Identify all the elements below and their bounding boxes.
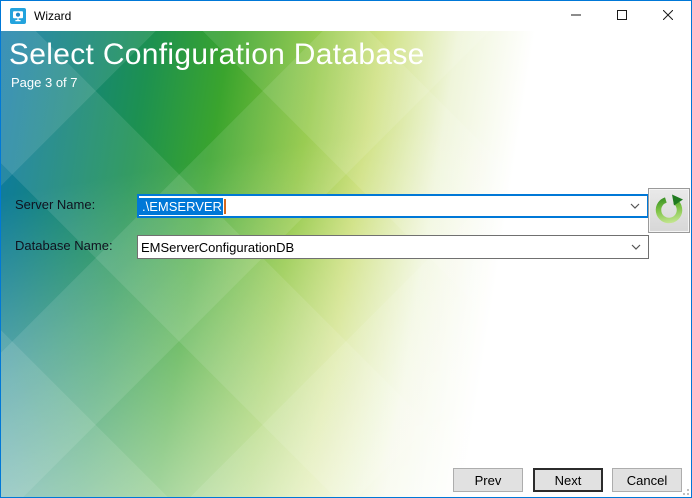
database-name-combobox[interactable]: EMServerConfigurationDB [137,235,649,259]
refresh-servers-button[interactable] [648,188,690,233]
page-indicator: Page 3 of 7 [11,75,78,90]
server-name-label: Server Name: [15,197,96,212]
wizard-window: Wizard Select Configuration Database Pag… [0,0,692,498]
chevron-down-icon[interactable] [623,196,647,216]
cancel-button[interactable]: Cancel [612,468,682,492]
app-wizard-icon [10,8,26,24]
refresh-icon [653,193,685,228]
close-icon [662,7,674,25]
database-name-label: Database Name: [15,238,113,253]
prev-button[interactable]: Prev [453,468,523,492]
resize-grip[interactable] [682,488,690,496]
server-name-value[interactable]: .\EMSERVER [139,197,223,215]
caption-buttons [553,1,691,31]
minimize-button[interactable] [553,1,599,31]
chevron-down-icon[interactable] [624,236,648,258]
maximize-icon [617,7,627,25]
minimize-icon [571,7,581,25]
database-name-value[interactable]: EMServerConfigurationDB [138,240,294,255]
wizard-page-body: Select Configuration Database Page 3 of … [1,31,691,497]
close-button[interactable] [645,1,691,31]
window-title: Wizard [34,9,72,23]
page-title: Select Configuration Database [9,38,425,71]
maximize-button[interactable] [599,1,645,31]
title-bar[interactable]: Wizard [1,1,691,31]
text-caret [223,198,226,214]
next-button[interactable]: Next [533,468,603,492]
server-name-combobox[interactable]: .\EMSERVER [137,194,649,218]
